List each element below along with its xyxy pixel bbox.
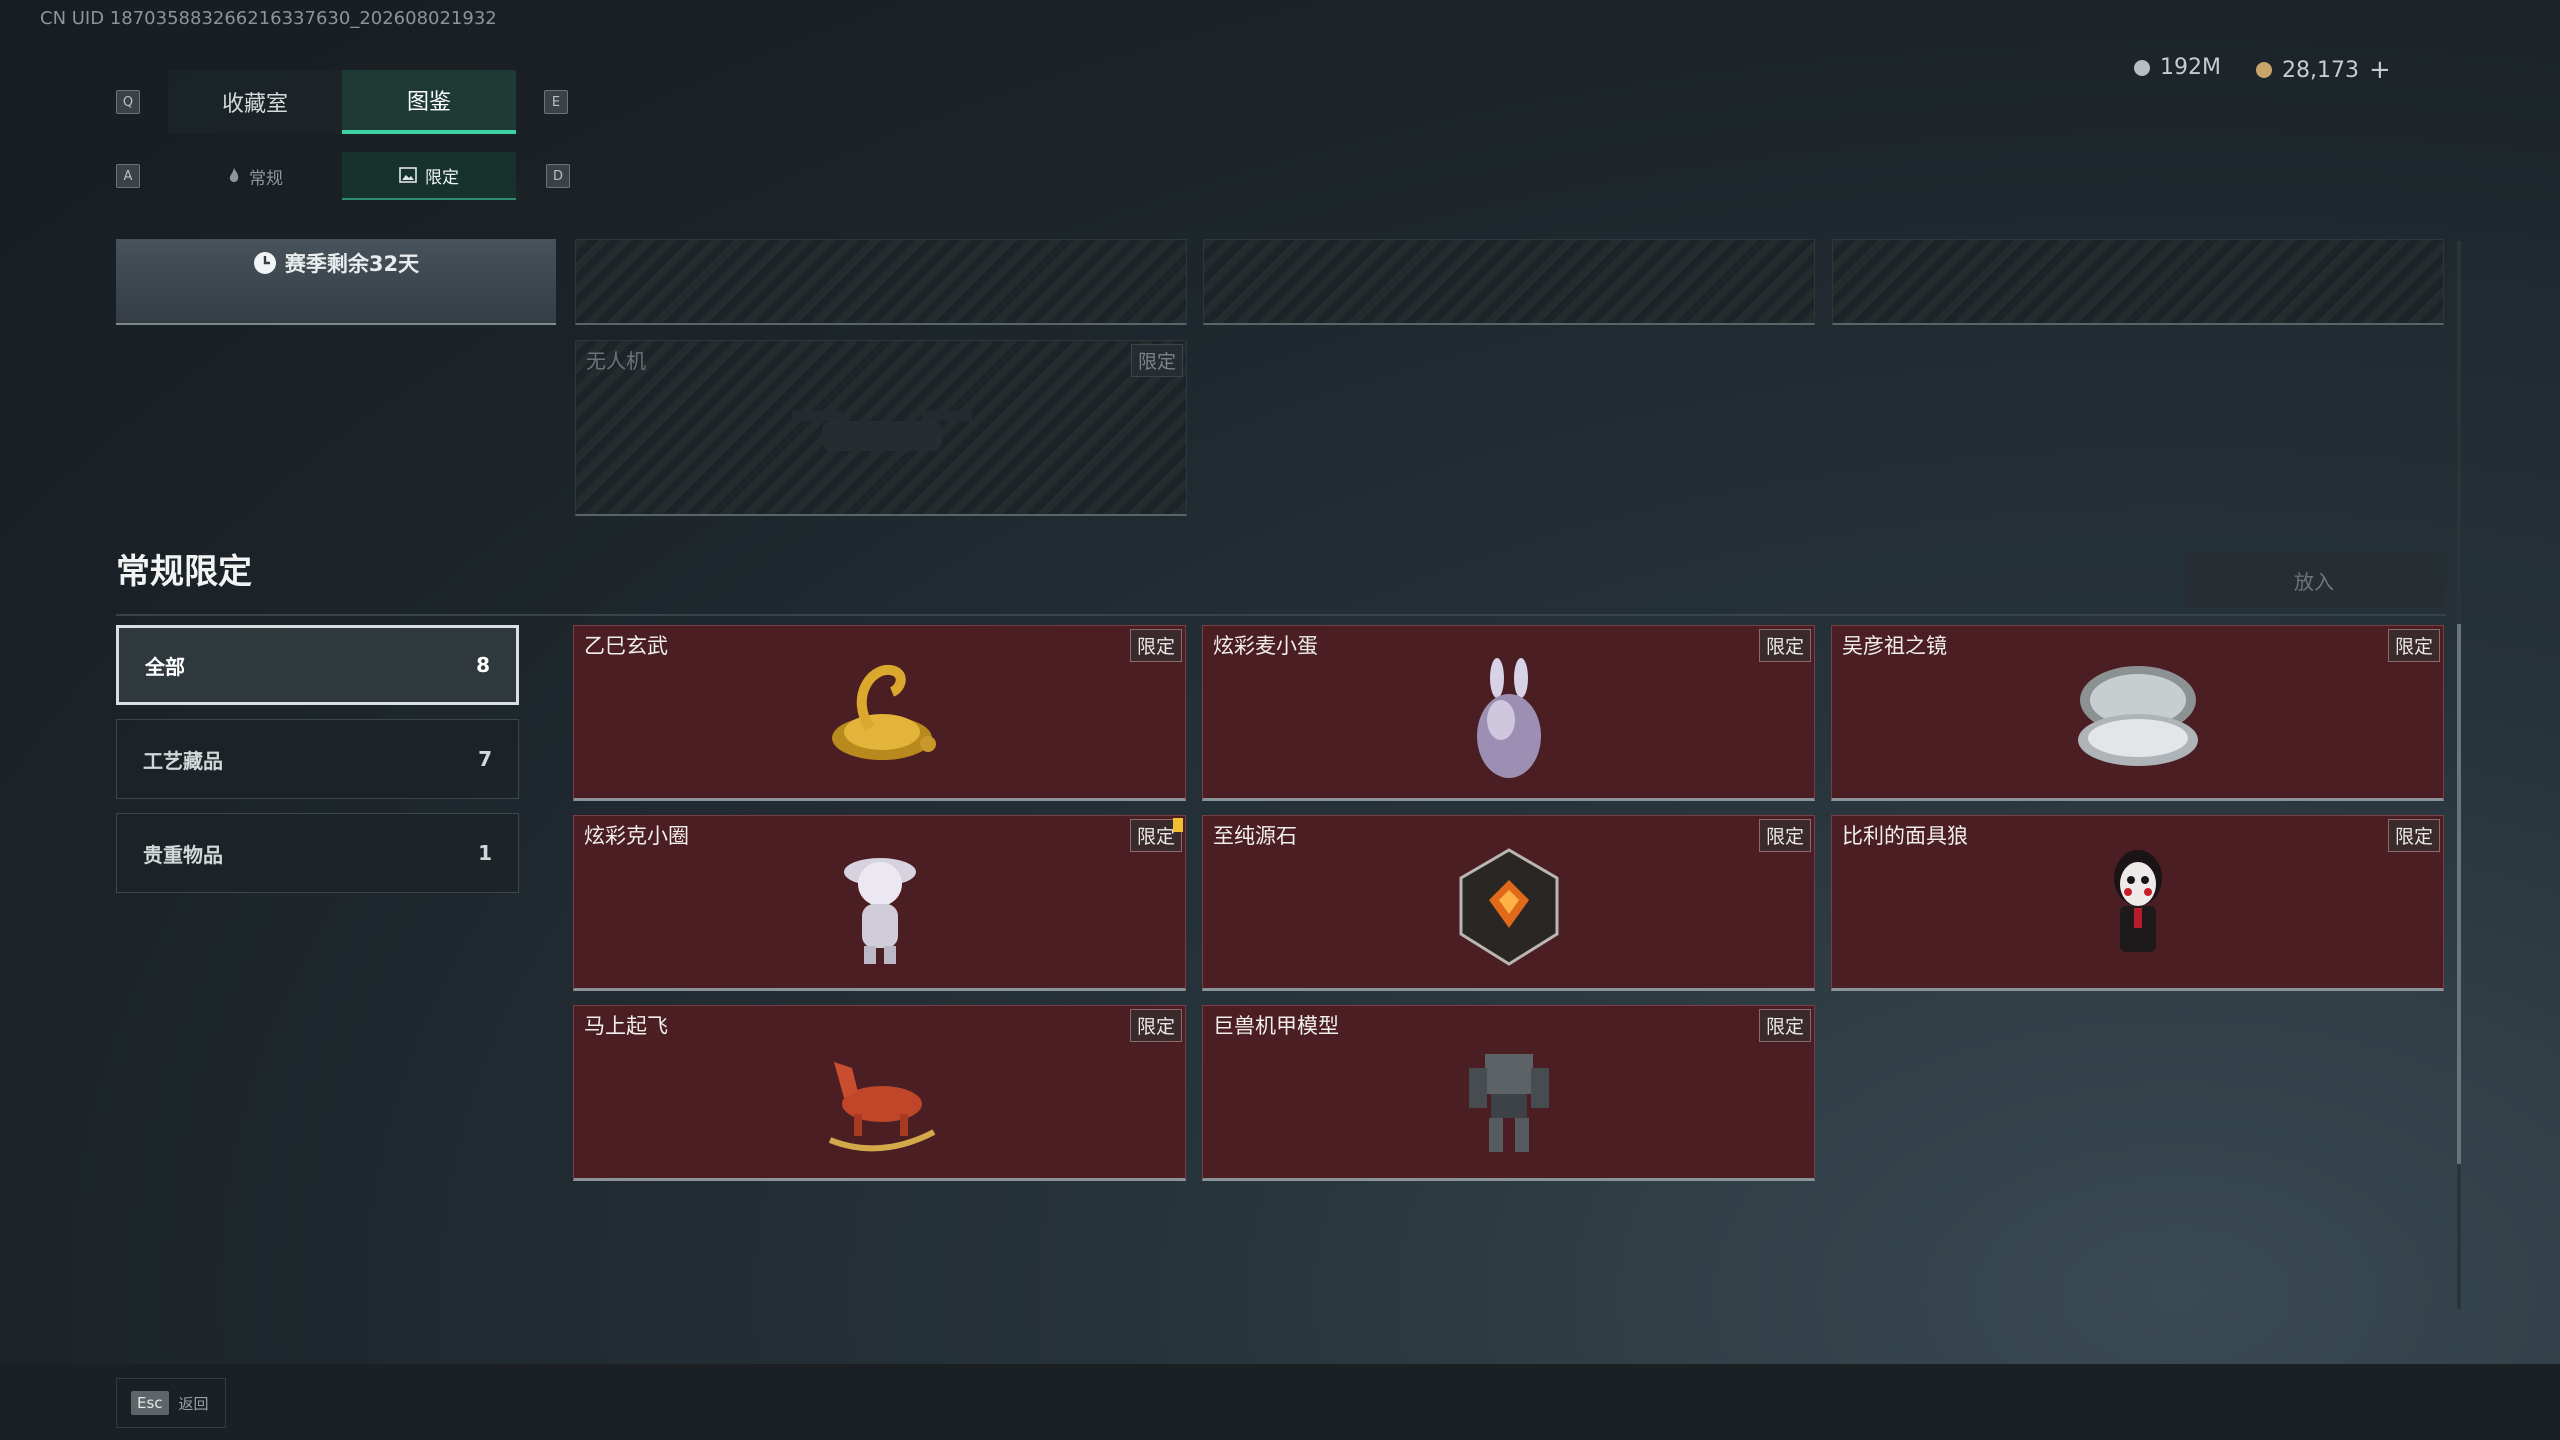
item-card[interactable]: 乙巳玄武 限定 <box>573 625 1186 801</box>
tab-right-key[interactable]: E <box>544 90 568 114</box>
item-name: 炫彩克小圈 <box>584 824 689 848</box>
compact-mirror-icon <box>2077 666 2198 766</box>
limited-badge: 限定 <box>1758 1009 1811 1042</box>
locked-slot <box>575 239 1187 325</box>
locked-slot <box>1203 239 1815 325</box>
category-count: 8 <box>476 653 490 677</box>
limited-badge: 限定 <box>1758 819 1811 852</box>
rabbit-egg-icon <box>1476 658 1541 778</box>
main-tabs: 收藏室 图鉴 <box>168 70 516 134</box>
put-in-button[interactable]: 放入 <box>2184 552 2444 608</box>
subtab-regular-label: 常规 <box>249 168 283 189</box>
subtab-regular[interactable]: 常规 <box>168 152 342 200</box>
item-card[interactable]: 至纯源石 限定 <box>1202 815 1815 991</box>
item-name: 至纯源石 <box>1213 824 1297 848</box>
golden-snake-turtle-icon <box>831 665 936 760</box>
drone-icon <box>792 411 972 451</box>
notice-icon <box>1173 818 1183 832</box>
item-card[interactable]: 炫彩克小圈 限定 <box>573 815 1186 991</box>
category-label: 全部 <box>145 654 185 679</box>
season-remaining: 赛季剩余32天 <box>284 252 420 276</box>
esc-key: Esc <box>131 1391 169 1415</box>
category-valuables[interactable]: 贵重物品 1 <box>116 813 519 893</box>
category-count: 1 <box>478 841 492 865</box>
flame-icon <box>229 168 239 182</box>
category-craft[interactable]: 工艺藏品 7 <box>116 719 519 799</box>
puppet-mask-icon <box>2113 850 2162 952</box>
item-name: 乙巳玄武 <box>584 634 668 658</box>
tab-left-key[interactable]: Q <box>116 90 140 114</box>
item-name: 马上起飞 <box>584 1014 668 1038</box>
item-name: 比利的面具狼 <box>1842 824 1968 848</box>
tab-collection-room[interactable]: 收藏室 <box>168 70 342 134</box>
image-icon <box>399 167 417 183</box>
item-card[interactable]: 巨兽机甲模型 限定 <box>1202 1005 1815 1181</box>
section-divider <box>116 614 2446 616</box>
section-title: 常规限定 <box>116 552 252 592</box>
item-card[interactable]: 吴彦祖之镜 限定 <box>1831 625 2444 801</box>
locked-item-name: 无人机 <box>586 349 646 373</box>
subtab-limited-label: 限定 <box>425 167 459 188</box>
item-name: 吴彦祖之镜 <box>1842 634 1947 658</box>
scrollbar-thumb[interactable] <box>2457 624 2461 1164</box>
uid-text: CN UID 187035883266216337630_20260802193… <box>40 8 497 29</box>
limited-badge: 限定 <box>1758 629 1811 662</box>
footer-bar <box>0 1364 2560 1440</box>
gold-coin-icon <box>2256 62 2272 78</box>
category-all[interactable]: 全部 8 <box>116 625 519 705</box>
gold-currency: 28,173 + <box>2256 55 2391 85</box>
category-count: 7 <box>478 747 492 771</box>
gold-amount: 28,173 <box>2282 57 2359 83</box>
category-label: 工艺藏品 <box>143 748 223 773</box>
tab-codex[interactable]: 图鉴 <box>342 70 516 134</box>
limited-badge: 限定 <box>1129 629 1182 662</box>
clock-icon <box>253 252 276 274</box>
silver-amount: 192M <box>2160 55 2221 80</box>
locked-item-card[interactable]: 无人机 限定 <box>575 340 1187 516</box>
item-name: 炫彩麦小蛋 <box>1213 634 1318 658</box>
season-panel: 赛季剩余32天 <box>116 239 556 325</box>
silver-currency: 192M <box>2134 55 2221 80</box>
category-label: 贵重物品 <box>143 842 223 867</box>
cat-figure-icon <box>843 858 916 964</box>
item-card[interactable]: 马上起飞 限定 <box>573 1005 1186 1181</box>
sub-tabs: 常规 限定 <box>168 152 516 200</box>
limited-badge: 限定 <box>1129 1009 1182 1042</box>
back-button[interactable]: Esc 返回 <box>116 1378 226 1428</box>
subtab-limited[interactable]: 限定 <box>342 152 516 200</box>
item-card[interactable]: 比利的面具狼 限定 <box>1831 815 2444 991</box>
source-stone-icon <box>1459 848 1558 966</box>
item-name: 巨兽机甲模型 <box>1213 1014 1339 1038</box>
subtab-right-key[interactable]: D <box>546 164 570 188</box>
item-card[interactable]: 炫彩麦小蛋 限定 <box>1202 625 1815 801</box>
limited-badge: 限定 <box>2387 819 2440 852</box>
mech-model-icon <box>1468 1054 1549 1152</box>
rocking-horse-icon <box>828 1062 935 1152</box>
locked-slot <box>1832 239 2444 325</box>
silver-coin-icon <box>2134 59 2150 76</box>
limited-badge: 限定 <box>2387 629 2440 662</box>
limited-badge: 限定 <box>1130 344 1183 377</box>
back-label: 返回 <box>178 1394 209 1413</box>
add-currency-button[interactable]: + <box>2369 55 2391 85</box>
subtab-left-key[interactable]: A <box>116 164 140 188</box>
